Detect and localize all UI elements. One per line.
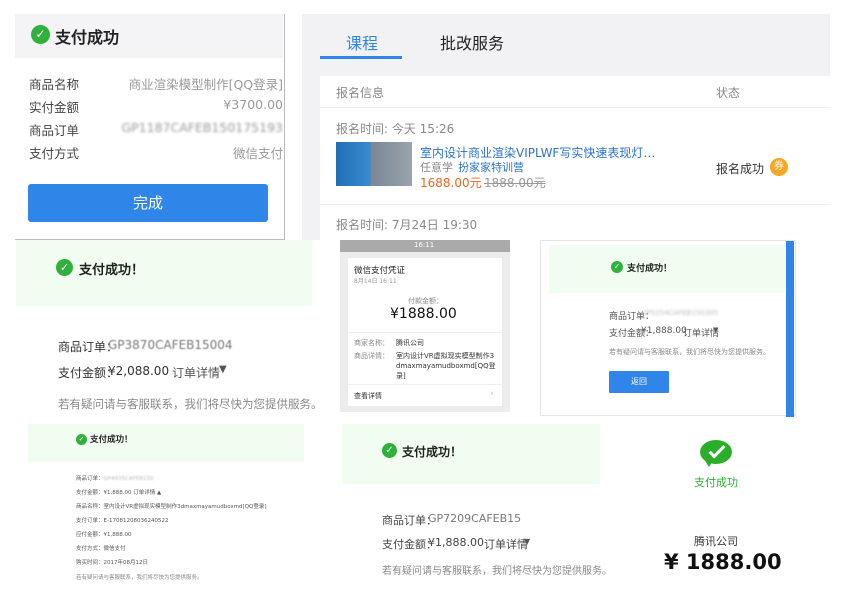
phone-clock: 16:11 (414, 241, 435, 249)
row-value: 微信支付 (232, 146, 283, 161)
view-details-link[interactable]: 查看详情 (354, 391, 382, 401)
wechat-receipt-screenshot: 16:11 微信支付凭证 8月14日 16:11 付款金额： ¥1888.00 … (340, 240, 510, 412)
amount-value: ¥1,888.00 (428, 536, 484, 549)
enroll-time: 报名时间: 今天 15:26 (336, 122, 455, 136)
success-title: 支付成功！ (402, 445, 463, 459)
tab-grading[interactable]: 批改服务 (440, 30, 504, 54)
done-button[interactable]: 完成 (28, 184, 268, 222)
contact-note: 若有疑问请与客服联系，我们将尽快为您提供服务。 (58, 397, 323, 411)
merchant-name: 腾讯公司 (694, 535, 738, 548)
receipt-card: 微信支付凭证 8月14日 16:11 付款金额： ¥1888.00 商家名称： … (348, 258, 502, 406)
detail-row: 支付订单：E-17081208036240522 (76, 518, 169, 524)
course-price: 1688.00元 (420, 176, 482, 190)
order-details-toggle[interactable]: 订单详情 (172, 364, 220, 381)
payment-amount: ¥ 1888.00 (664, 550, 782, 574)
order-number-blurred: GP3870CAFEB15004 (108, 338, 233, 352)
amount-value: ¥2,088.00 (108, 364, 170, 378)
detail-label: 商品详情： (354, 352, 389, 360)
detail-row: 支付方式：微信支付 (76, 546, 126, 552)
success-page-thumbnail: ✓ 支付成功！ 商品订单： GP5254CAFEB150305 支付金额： ¥1… (540, 240, 796, 417)
order-number-blurred: GP5254CAFEB150305 (641, 309, 719, 317)
chevron-right-icon[interactable]: › (490, 389, 494, 399)
order-number-blurred: GP1187CAFEB150175193 (121, 120, 283, 135)
contact-note: 若有疑问请与客服联系，我们将尽快为您提供服务。 (76, 575, 203, 581)
success-title: 支付成功！ (627, 264, 673, 274)
course-title-link[interactable]: 室内设计商业渲染VIPLWF写实快速表现灯… (420, 144, 655, 161)
row-label: 商品名称 (29, 77, 80, 92)
scrollbar[interactable] (786, 241, 794, 417)
header-status: 状态 (716, 86, 741, 100)
row-label: 商品订单 (29, 123, 80, 138)
triangle-down-icon[interactable]: ▼ (713, 326, 718, 334)
enrollment-panel: 课程 批改服务 报名信息 状态 报名时间: 今天 15:26 室内设计商业渲染V… (302, 14, 830, 240)
active-tab-indicator (320, 56, 402, 59)
enrollment-list: 报名信息 状态 报名时间: 今天 15:26 室内设计商业渲染VIPLWF写实快… (320, 76, 830, 240)
phone-status-bar: 16:11 (340, 240, 510, 252)
contact-note: 若有疑问请与客服联系，我们将尽快为您提供服务。 (382, 566, 612, 577)
enroll-status: 报名成功 (716, 162, 765, 176)
merchant-label: 商家名称： (354, 339, 389, 347)
course-tag-link[interactable]: 扮家家特训营 (458, 159, 524, 175)
order-number-blurred: GP7209CAFEB15 (428, 512, 522, 525)
row-value: 商业渲染模型制作[QQ登录] (128, 77, 283, 92)
divider (348, 384, 502, 385)
info-row: 实付金额 ¥3700.00 (29, 97, 283, 117)
success-banner: ✓ 支付成功！ (16, 240, 312, 306)
detail-value: 室内设计VR虚拟现实模型制作3dmaxmayamudboxmd[QQ登录] (396, 352, 496, 380)
enroll-time: 报名时间: 7月24日 19:30 (336, 218, 478, 232)
check-circle-icon: ✓ (31, 25, 50, 44)
back-button[interactable]: 返回 (609, 371, 669, 393)
check-circle-icon: ✓ (56, 259, 73, 276)
detail-row: 商品订单：GP4935CAFEB150 (76, 476, 154, 482)
pay-amount-label: 付款金额： (408, 297, 443, 305)
info-row: 商品订单 GP1187CAFEB150175193 (29, 120, 283, 140)
divider (348, 332, 502, 333)
wechat-icon (700, 440, 734, 468)
detail-row: 商品名称：室内设计VR虚拟现实模型制作3dmaxmayamudboxmd[QQ登… (76, 504, 267, 510)
check-circle-icon: ✓ (611, 261, 623, 273)
course-original-price: 1888.00元 (484, 176, 546, 190)
header-info: 报名信息 (336, 86, 385, 100)
coupon-badge-icon[interactable]: 券 (770, 158, 788, 176)
check-circle-icon: ✓ (76, 434, 87, 445)
merchant-value: 腾讯公司 (396, 339, 424, 347)
receipt-date: 8月14日 16:11 (354, 278, 397, 285)
order-details-list: 商品订单：GP4935CAFEB150 支付金额：¥1,888.00 订单详情 … (76, 474, 306, 584)
contact-note: 若有疑问请与客服联系，我们将尽快为您提供服务。 (609, 348, 770, 356)
payment-success-dialog: ✓ 支付成功 商品名称 商业渲染模型制作[QQ登录] 实付金额 ¥3700.00… (15, 14, 285, 240)
success-title: 支付成功！ (90, 435, 133, 445)
row-value: ¥3700.00 (223, 97, 283, 112)
success-banner: ✓ 支付成功！ (549, 245, 785, 293)
detail-row: 购买时间：2017年08月12日 (76, 560, 149, 566)
success-banner: ✓ 支付成功！ (342, 424, 600, 484)
pay-amount: ¥1888.00 (390, 306, 457, 322)
triangle-down-icon[interactable]: ▼ (219, 364, 227, 375)
course-thumbnail[interactable] (336, 142, 412, 186)
divider (320, 204, 830, 205)
payment-status: 支付成功 (694, 476, 738, 489)
row-label: 实付金额 (29, 100, 80, 115)
info-row: 商品名称 商业渲染模型制作[QQ登录] (29, 74, 283, 94)
list-header: 报名信息 状态 (320, 76, 830, 108)
course-author: 任意学 (420, 161, 453, 174)
check-circle-icon: ✓ (382, 443, 397, 458)
detail-row: 应付金额：¥1,888.00 (76, 532, 132, 538)
info-row: 支付方式 微信支付 (29, 143, 283, 163)
dialog-header: ✓ 支付成功 (15, 14, 283, 58)
dialog-title: 支付成功 (55, 28, 120, 47)
detail-row: 支付金额：¥1,888.00 订单详情 ▲ (76, 490, 162, 496)
triangle-down-icon[interactable]: ▼ (524, 537, 530, 546)
success-title: 支付成功！ (79, 263, 145, 278)
success-banner: ✓ 支付成功！ (28, 424, 304, 462)
receipt-title: 微信支付凭证 (354, 266, 406, 276)
row-label: 支付方式 (29, 146, 80, 161)
tab-courses[interactable]: 课程 (346, 30, 378, 54)
amount-value: ¥1,888.00 (641, 326, 687, 336)
order-details-toggle[interactable]: 订单详情 (484, 536, 528, 552)
